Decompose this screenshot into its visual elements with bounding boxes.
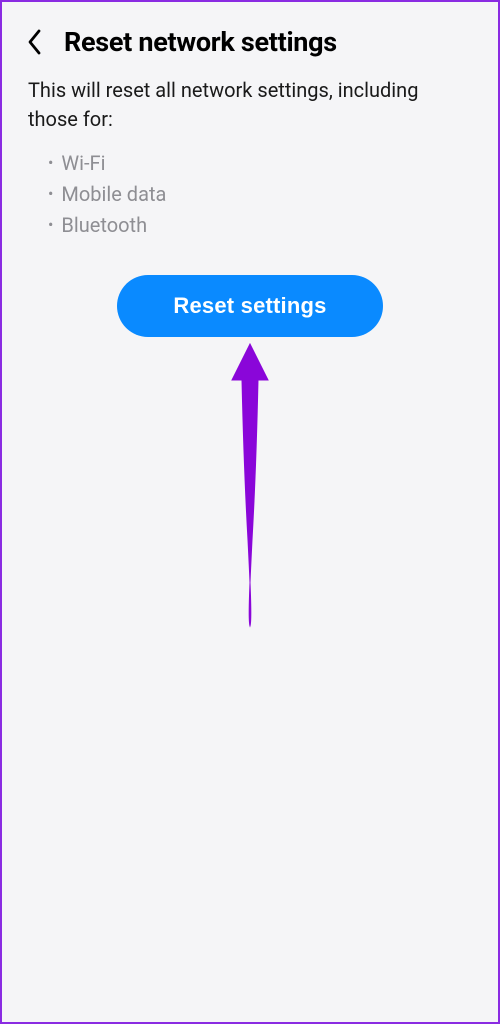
list-item: • Bluetooth: [48, 210, 472, 241]
list-item-label: Wi-Fi: [61, 148, 105, 179]
back-icon[interactable]: [22, 29, 48, 55]
page-header: Reset network settings: [2, 2, 498, 76]
list-item-label: Mobile data: [61, 179, 166, 210]
reset-settings-button[interactable]: Reset settings: [117, 275, 382, 337]
reset-description: This will reset all network settings, in…: [2, 76, 498, 134]
bullet-dot-icon: •: [48, 213, 53, 238]
annotation-arrow-icon: [220, 340, 280, 634]
reset-items-list: • Wi-Fi • Mobile data • Bluetooth: [2, 134, 498, 241]
list-item: • Mobile data: [48, 179, 472, 210]
bullet-dot-icon: •: [48, 182, 53, 207]
button-container: Reset settings: [2, 241, 498, 337]
list-item: • Wi-Fi: [48, 148, 472, 179]
list-item-label: Bluetooth: [61, 210, 147, 241]
page-title: Reset network settings: [64, 26, 337, 58]
bullet-dot-icon: •: [48, 151, 53, 176]
